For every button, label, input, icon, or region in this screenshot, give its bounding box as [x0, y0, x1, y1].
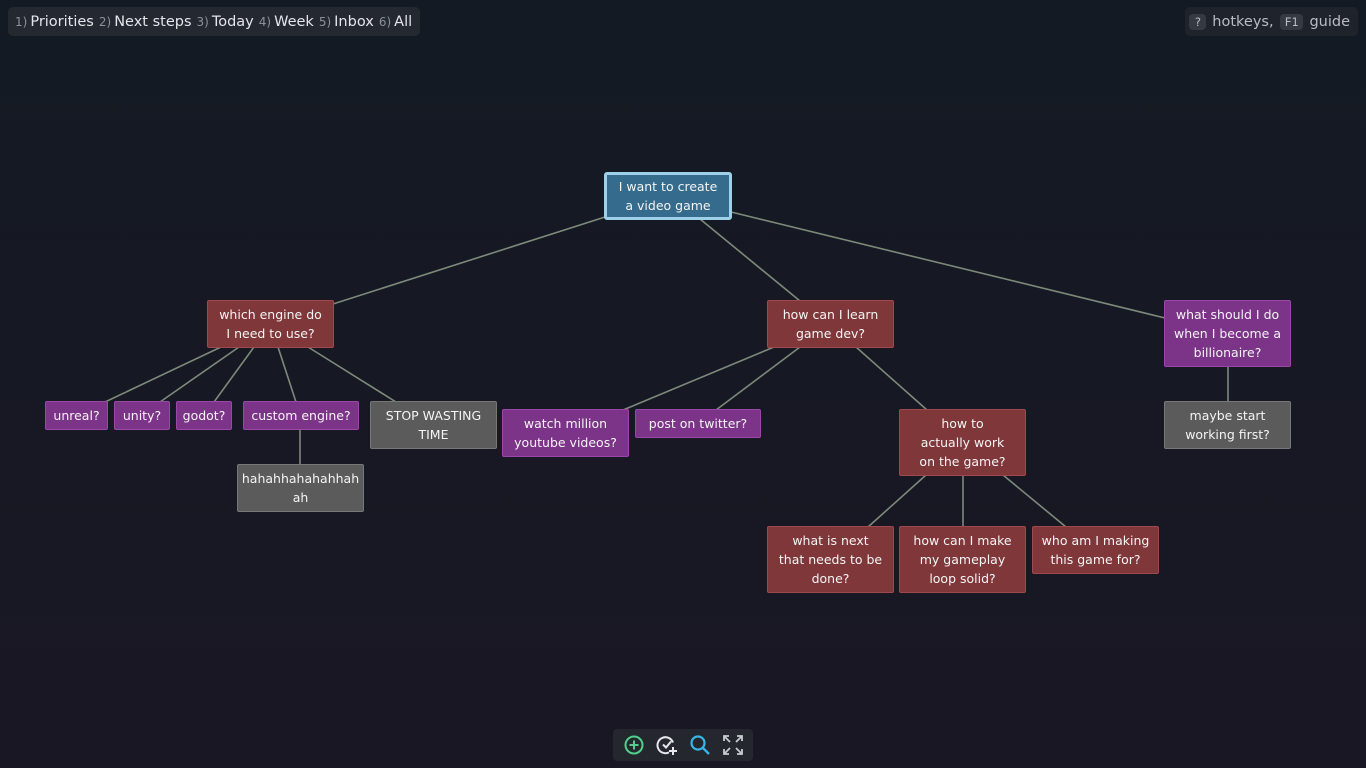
node-text: what should I do when I become a billion… [1173, 307, 1282, 360]
node-what-is-next[interactable]: what is next that needs to be done? [767, 526, 894, 593]
node-text: how to actually work on the game? [919, 416, 1006, 469]
node-billionaire[interactable]: what should I do when I become a billion… [1164, 300, 1291, 367]
node-which-engine[interactable]: which engine do I need to use? [207, 300, 334, 348]
edge-engine-custom [277, 346, 297, 403]
node-watch-youtube[interactable]: watch million youtube videos? [502, 409, 629, 457]
node-text: who am I making this game for? [1041, 533, 1150, 567]
node-text: unity? [122, 408, 162, 423]
edge-engine-stop [307, 346, 397, 403]
node-start-working[interactable]: maybe start working first? [1164, 401, 1291, 449]
node-gameplay-loop[interactable]: how can I make my gameplay loop solid? [899, 526, 1026, 593]
edge-learn-work [855, 346, 928, 411]
edge-root-engine [332, 216, 606, 305]
edge-work-who [1002, 474, 1067, 528]
node-text: watch million youtube videos? [514, 416, 617, 450]
search-button[interactable] [686, 731, 714, 759]
node-text: what is next that needs to be done? [778, 533, 883, 586]
node-text: custom engine? [251, 408, 351, 423]
edge-work-next [867, 474, 927, 528]
bottom-toolbar [613, 729, 753, 761]
node-custom-engine[interactable]: custom engine? [243, 401, 359, 430]
edge-engine-godot [213, 346, 255, 403]
add-node-icon [624, 735, 643, 755]
node-actually-work[interactable]: how to actually work on the game? [899, 409, 1026, 476]
search-icon [689, 735, 710, 755]
node-text: maybe start working first? [1185, 408, 1270, 442]
node-text: which engine do I need to use? [219, 307, 322, 341]
node-post-twitter[interactable]: post on twitter? [635, 409, 761, 438]
edge-learn-youtube [622, 346, 775, 411]
node-learn-game-dev[interactable]: how can I learn game dev? [767, 300, 894, 348]
fullscreen-button[interactable] [719, 731, 747, 759]
edge-engine-unity [159, 346, 240, 403]
node-text: STOP WASTING TIME [385, 408, 482, 442]
node-root[interactable]: I want to create a video game [604, 172, 732, 220]
node-text: unreal? [53, 408, 100, 423]
node-godot[interactable]: godot? [176, 401, 232, 430]
node-text: how can I learn game dev? [782, 307, 879, 341]
node-text: I want to create a video game [618, 179, 718, 213]
add-task-button[interactable] [653, 731, 681, 759]
add-task-check-icon [655, 736, 677, 755]
node-text: hahahhahahahhahah [241, 471, 360, 505]
node-stop-wasting-time[interactable]: STOP WASTING TIME [370, 401, 497, 449]
node-haha[interactable]: hahahhahahahhahah [237, 464, 364, 512]
node-who-for[interactable]: who am I making this game for? [1032, 526, 1159, 574]
node-text: post on twitter? [648, 416, 748, 431]
node-unreal[interactable]: unreal? [45, 401, 108, 430]
node-text: godot? [182, 408, 226, 423]
node-text: how can I make my gameplay loop solid? [913, 533, 1012, 586]
edge-root-learn [699, 218, 801, 302]
fullscreen-icon [722, 735, 743, 755]
edge-engine-unreal [104, 346, 222, 403]
mindmap-edges [104, 211, 1229, 528]
node-unity[interactable]: unity? [114, 401, 170, 430]
add-node-button[interactable] [620, 731, 648, 759]
edge-learn-twitter [715, 346, 801, 411]
